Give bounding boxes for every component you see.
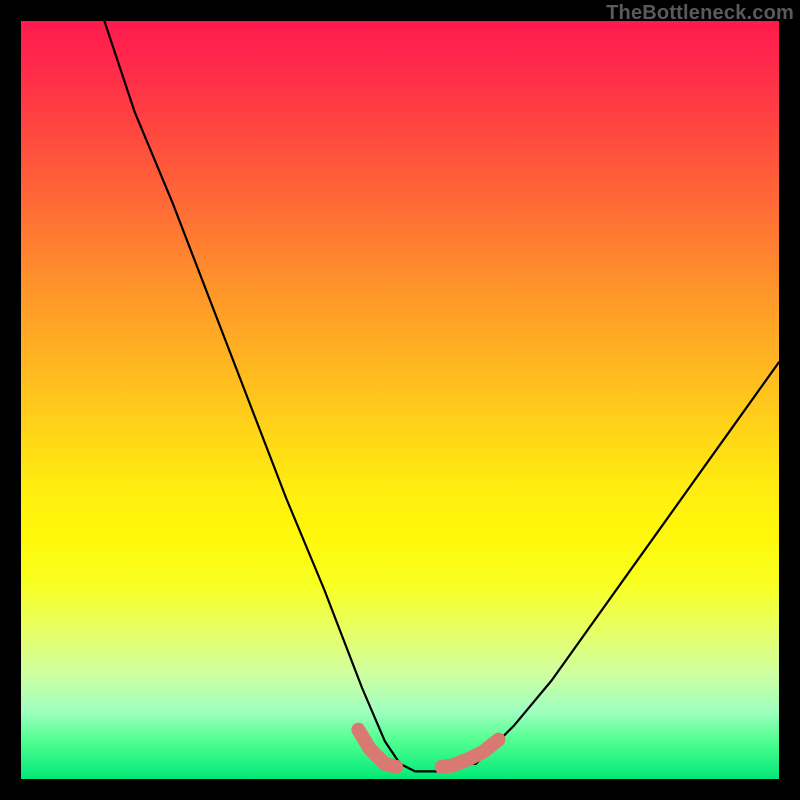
plot-area xyxy=(21,21,779,779)
chart-frame: TheBottleneck.com xyxy=(0,0,800,800)
trough-right-segment-path xyxy=(442,740,499,767)
bottleneck-curve-path xyxy=(104,21,779,771)
bottleneck-curve xyxy=(104,21,779,771)
chart-svg xyxy=(21,21,779,779)
trough-marker-right xyxy=(442,740,499,767)
watermark-label: TheBottleneck.com xyxy=(606,2,794,25)
